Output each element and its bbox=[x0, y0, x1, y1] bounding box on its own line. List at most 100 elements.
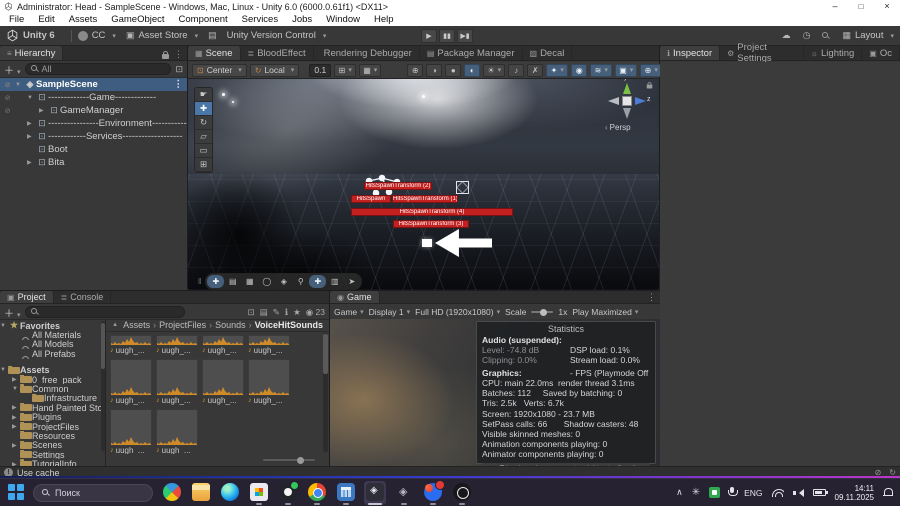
folder-row[interactable]: Plugins bbox=[0, 412, 105, 422]
maximize-button[interactable] bbox=[848, 0, 874, 13]
unity[interactable] bbox=[393, 481, 415, 505]
breadcrumb-item[interactable]: Sounds bbox=[215, 320, 252, 330]
folder-row[interactable]: Hand Painted Stone Textu bbox=[0, 403, 105, 413]
browser[interactable] bbox=[422, 479, 445, 505]
folder-row[interactable]: Resources bbox=[0, 431, 105, 441]
project-tab[interactable]: ≣ Console bbox=[53, 291, 112, 303]
breadcrumb-item[interactable]: VoiceHitSounds bbox=[255, 320, 323, 330]
account-dropdown[interactable]: CC bbox=[77, 30, 116, 41]
battery-icon[interactable] bbox=[812, 489, 828, 496]
hit-transform-label[interactable]: HitsSpawnTransform (2) bbox=[364, 182, 432, 190]
hit-transform-label[interactable]: HitsSpawn bbox=[351, 195, 391, 203]
play-maximized-dropdown[interactable]: Play Maximized bbox=[572, 307, 638, 317]
expander-icon[interactable] bbox=[27, 120, 36, 127]
unity-hub[interactable] bbox=[364, 480, 386, 505]
hierarchy-search-input[interactable]: All bbox=[24, 63, 172, 75]
hierarchy-row[interactable]: Bita bbox=[0, 156, 187, 169]
fx-dropdown-icon[interactable]: ✦ bbox=[546, 63, 569, 77]
audio-asset-item[interactable]: ♪ uugh_... bbox=[248, 335, 291, 355]
overlay-rotate-icon[interactable]: ◯ bbox=[258, 275, 275, 288]
package-filter-icon[interactable]: ▤ bbox=[260, 307, 268, 318]
folder-row[interactable]: Infrastructure bbox=[0, 393, 105, 403]
gizmo-center-icon[interactable]: ⊕ bbox=[407, 63, 424, 77]
overlay-layers-icon[interactable]: ◈ bbox=[275, 275, 292, 288]
folder-row[interactable]: All Prefabs bbox=[0, 349, 105, 359]
expander-icon[interactable] bbox=[12, 376, 20, 383]
scene-lighting-icon[interactable]: ☀ bbox=[483, 63, 506, 77]
menu-item[interactable]: GameObject bbox=[104, 13, 171, 26]
chrome[interactable] bbox=[306, 481, 328, 505]
tab-game[interactable]: ◉ Game bbox=[330, 291, 380, 303]
search-icon[interactable] bbox=[822, 31, 830, 40]
explorer[interactable] bbox=[190, 481, 212, 505]
folder-row[interactable]: Assets bbox=[0, 365, 105, 375]
expander-icon[interactable] bbox=[12, 414, 20, 421]
gizmo-center-cube[interactable] bbox=[622, 96, 632, 106]
expander-icon[interactable] bbox=[27, 159, 36, 166]
store[interactable] bbox=[248, 481, 270, 505]
audio-asset-item[interactable]: ♪ uugh_... bbox=[110, 409, 153, 454]
rotate-tool-icon[interactable]: ↻ bbox=[195, 116, 212, 130]
expander-icon[interactable] bbox=[12, 423, 20, 430]
panel-menu-icon[interactable] bbox=[174, 49, 183, 60]
audio-asset-item[interactable]: ♪ uugh_... bbox=[156, 409, 199, 454]
shading-mode-icon[interactable]: ◑ bbox=[426, 63, 443, 77]
expander-icon[interactable] bbox=[12, 442, 20, 449]
axis-cone[interactable] bbox=[623, 108, 631, 119]
display-dropdown[interactable]: Display 1 bbox=[369, 307, 410, 317]
light-gizmo[interactable] bbox=[232, 101, 234, 103]
expander-icon[interactable] bbox=[39, 107, 48, 114]
projection-label[interactable]: ‹ Persp bbox=[605, 123, 631, 132]
overlay-snap-icon[interactable]: ✚ bbox=[309, 275, 327, 288]
wifi-icon[interactable] bbox=[771, 488, 784, 497]
grid-scrollbar[interactable] bbox=[323, 333, 328, 452]
scene-viewport[interactable]: HitsSpawnTransform (2) HitsSpawn HitsSpawn… bbox=[188, 79, 659, 290]
close-button[interactable] bbox=[874, 0, 900, 13]
expander-icon[interactable] bbox=[27, 133, 36, 140]
microphone-icon[interactable] bbox=[728, 487, 739, 498]
scene-view-tab[interactable]: ▨ Decal bbox=[522, 46, 573, 60]
hidden-count-badge[interactable]: ◉ 23 bbox=[306, 307, 325, 318]
folder-row[interactable]: Common bbox=[0, 384, 105, 394]
hierarchy-row[interactable]: ----------------Environment-------------… bbox=[0, 117, 187, 130]
create-asset-button[interactable]: ＋ bbox=[4, 305, 21, 320]
hit-transform-label[interactable]: HitsSpawnTransform (4) bbox=[351, 208, 513, 216]
scene-view-tab[interactable]: Rendering Debugger bbox=[313, 46, 420, 60]
overlay-search-icon[interactable]: ⚲ bbox=[292, 275, 309, 288]
rect-tool-icon[interactable]: ▭ bbox=[195, 144, 212, 158]
hit-transform-label[interactable]: HitsSpawnTransform (3) bbox=[393, 220, 469, 228]
type-filter-icon[interactable]: ℹ bbox=[285, 307, 288, 318]
packages-visibility-icon[interactable]: ⊡ bbox=[248, 307, 255, 318]
gizmo-lock-icon[interactable] bbox=[646, 82, 653, 89]
visibility-toggle-icon[interactable]: ⊘ bbox=[0, 94, 15, 102]
hierarchy-row[interactable]: ⊘ -------------Game------------- bbox=[0, 91, 187, 104]
step-button[interactable]: ▶▮ bbox=[457, 29, 473, 43]
overlay-compass-icon[interactable]: ➤ bbox=[343, 275, 360, 288]
package-manager-button[interactable]: ▤ bbox=[208, 30, 217, 41]
tray-expand-icon[interactable]: ∧ bbox=[676, 487, 683, 498]
folder-row[interactable]: All Models bbox=[0, 340, 105, 350]
shadows-toggle-icon[interactable]: ◐ bbox=[464, 63, 481, 77]
tool-handle-rotation-dropdown[interactable]: ↻ Local bbox=[249, 63, 300, 77]
cube-gizmo-icon[interactable] bbox=[456, 181, 469, 194]
scene-audio-icon[interactable]: ♪ bbox=[508, 63, 525, 77]
dark-app[interactable] bbox=[277, 480, 299, 505]
project-tab[interactable]: ▣ Project bbox=[0, 291, 54, 303]
hierarchy-row[interactable]: ------------Services------------------- bbox=[0, 130, 187, 143]
folder-row[interactable]: ProjectFiles bbox=[0, 421, 105, 431]
effects-toggle-icon[interactable]: ✗ bbox=[527, 63, 544, 77]
clock[interactable]: 14:11 09.11.2025 bbox=[835, 484, 874, 502]
folder-row[interactable]: All Materials bbox=[0, 330, 105, 340]
hierarchy-row[interactable]: ⊘ SampleScene bbox=[0, 78, 187, 91]
project-search-input[interactable] bbox=[24, 306, 185, 318]
gizmos-dropdown-icon[interactable]: ⊕ bbox=[640, 63, 663, 77]
transform-tool-icon[interactable]: ⊞ bbox=[195, 158, 212, 172]
tray-settings-icon[interactable] bbox=[692, 487, 700, 498]
play-button[interactable]: ▶ bbox=[421, 29, 437, 43]
scale-tool-icon[interactable]: ▱ bbox=[195, 130, 212, 144]
folder-row[interactable]: Scenes bbox=[0, 440, 105, 450]
layout-dropdown[interactable]: ▦ Layout bbox=[842, 30, 894, 41]
hierarchy-row[interactable]: Boot bbox=[0, 143, 187, 156]
inspector-tab[interactable]: ℹ Inspector bbox=[660, 46, 721, 60]
history-icon[interactable]: ◷ bbox=[803, 30, 811, 41]
